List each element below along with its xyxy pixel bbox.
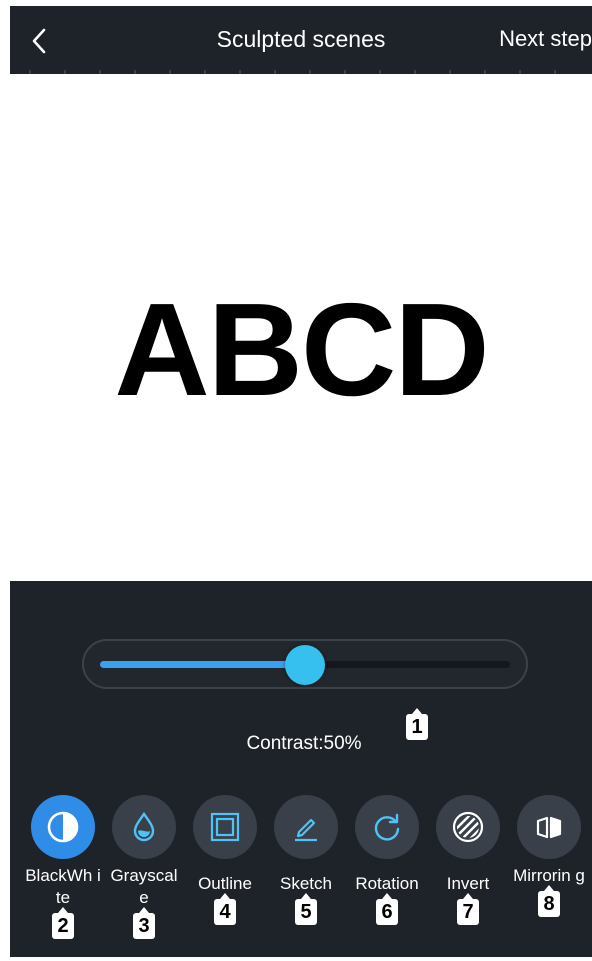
tool-label: BlackWh ite xyxy=(25,866,101,907)
tool-label: Invert xyxy=(446,874,490,893)
top-bar: Sculpted scenes Next step xyxy=(10,6,592,76)
mirror-icon xyxy=(536,816,562,839)
droplet-icon xyxy=(133,811,155,842)
adjustment-panel: 1 Contrast:50% BlackWh ite 2 Grayscal e … xyxy=(10,581,592,957)
tool-label: Mirrorin g xyxy=(513,866,585,885)
next-step-button[interactable]: Next step xyxy=(499,26,592,52)
rotate-icon xyxy=(374,813,400,841)
tool-invert[interactable]: Invert 7 xyxy=(428,795,508,925)
callout-badge: 4 xyxy=(214,893,236,925)
image-canvas[interactable]: ABCD xyxy=(10,74,592,581)
preview-text: ABCD xyxy=(114,276,489,423)
callout-badge: 8 xyxy=(538,885,560,917)
blackwhite-button[interactable] xyxy=(31,795,95,859)
stripes-circle-icon xyxy=(452,811,484,843)
tool-label: Sketch xyxy=(280,874,332,893)
mirroring-button[interactable] xyxy=(517,795,581,859)
square-outline-icon xyxy=(210,812,240,842)
slider-fill xyxy=(100,661,305,668)
contrast-value-label: Contrast:50% xyxy=(246,733,362,754)
tool-label: Grayscal e xyxy=(110,866,178,907)
callout-badge: 6 xyxy=(376,893,398,925)
slider-thumb[interactable] xyxy=(285,645,325,685)
contrast-slider[interactable] xyxy=(82,639,528,689)
pencil-icon xyxy=(295,818,317,842)
tool-blackwhite[interactable]: BlackWh ite 2 xyxy=(23,795,103,939)
callout-badge: 7 xyxy=(457,893,479,925)
tool-label: Outline xyxy=(198,874,252,893)
tool-grayscale[interactable]: Grayscal e 3 xyxy=(104,795,184,939)
contrast-circle-icon xyxy=(47,811,79,843)
grayscale-button[interactable] xyxy=(112,795,176,859)
tool-sketch[interactable]: Sketch 5 xyxy=(266,795,346,925)
tool-outline[interactable]: Outline 4 xyxy=(185,795,265,925)
tool-label: Rotation xyxy=(355,874,419,893)
outline-button[interactable] xyxy=(193,795,257,859)
tool-mirroring[interactable]: Mirrorin g 8 xyxy=(509,795,589,917)
tool-rotation[interactable]: Rotation 6 xyxy=(347,795,427,925)
invert-button[interactable] xyxy=(436,795,500,859)
sketch-button[interactable] xyxy=(274,795,338,859)
callout-badge: 2 xyxy=(52,907,74,939)
callout-badge: 5 xyxy=(295,893,317,925)
rotation-button[interactable] xyxy=(355,795,419,859)
callout-badge: 3 xyxy=(133,907,155,939)
app-screen: Sculpted scenes Next step ABCD 1 Contras… xyxy=(10,6,592,957)
